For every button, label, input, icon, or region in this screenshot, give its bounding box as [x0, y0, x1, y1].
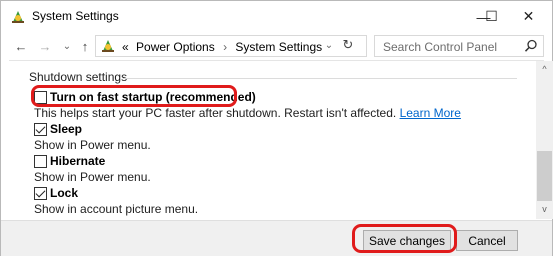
- hibernate-checkbox[interactable]: [34, 155, 47, 168]
- breadcrumb: « Power Options › System Settings: [122, 40, 322, 54]
- scroll-thumb[interactable]: [537, 151, 552, 201]
- refresh-icon[interactable]: ↻: [340, 36, 356, 54]
- lock-description: Show in account picture menu.: [34, 202, 199, 216]
- breadcrumb-overflow[interactable]: «: [122, 40, 129, 54]
- fast-startup-description-text: This helps start your PC faster after sh…: [34, 106, 397, 120]
- scroll-up-icon[interactable]: ^: [536, 61, 553, 76]
- breadcrumb-separator: ›: [223, 40, 228, 54]
- breadcrumb-system-settings[interactable]: System Settings: [235, 40, 322, 54]
- fast-startup-description: This helps start your PC faster after sh…: [34, 106, 461, 120]
- window-title: System Settings: [32, 9, 119, 23]
- control-panel-icon: [12, 11, 24, 23]
- dialog-footer: Save changes Cancel: [1, 220, 552, 256]
- search-input[interactable]: Search Control Panel: [374, 35, 544, 57]
- title-bar: System Settings — ☐ ✕: [1, 1, 552, 32]
- sleep-description: Show in Power menu.: [34, 138, 151, 152]
- hibernate-description: Show in Power menu.: [34, 170, 151, 184]
- up-arrow-icon[interactable]: ↑: [77, 37, 93, 55]
- hibernate-label[interactable]: Hibernate: [50, 154, 105, 168]
- close-button[interactable]: ✕: [506, 1, 551, 32]
- scroll-down-icon[interactable]: v: [536, 201, 553, 216]
- fast-startup-highlight: [31, 85, 237, 107]
- sleep-checkbox[interactable]: [34, 123, 47, 136]
- section-divider: [123, 78, 517, 79]
- forward-arrow-icon[interactable]: →: [37, 37, 53, 55]
- section-title: Shutdown settings: [29, 70, 134, 84]
- cancel-button[interactable]: Cancel: [456, 230, 518, 251]
- address-dropdown-chevron-icon[interactable]: ⌄: [322, 37, 336, 53]
- sleep-label[interactable]: Sleep: [50, 122, 82, 136]
- back-arrow-icon[interactable]: ←: [13, 37, 29, 55]
- save-changes-highlight: [352, 224, 457, 253]
- learn-more-link[interactable]: Learn More: [400, 106, 461, 120]
- system-settings-window: System Settings — ☐ ✕ ← → ⌄ ↑ « Power Op…: [0, 0, 553, 256]
- lock-label[interactable]: Lock: [50, 186, 78, 200]
- search-placeholder: Search Control Panel: [383, 40, 498, 54]
- recent-locations-chevron-icon[interactable]: ⌄: [59, 37, 75, 55]
- lock-checkbox[interactable]: [34, 187, 47, 200]
- search-icon[interactable]: [524, 39, 538, 53]
- breadcrumb-power-options[interactable]: Power Options: [136, 40, 215, 54]
- vertical-scrollbar[interactable]: ^ v: [536, 61, 553, 219]
- control-panel-icon: [102, 40, 114, 52]
